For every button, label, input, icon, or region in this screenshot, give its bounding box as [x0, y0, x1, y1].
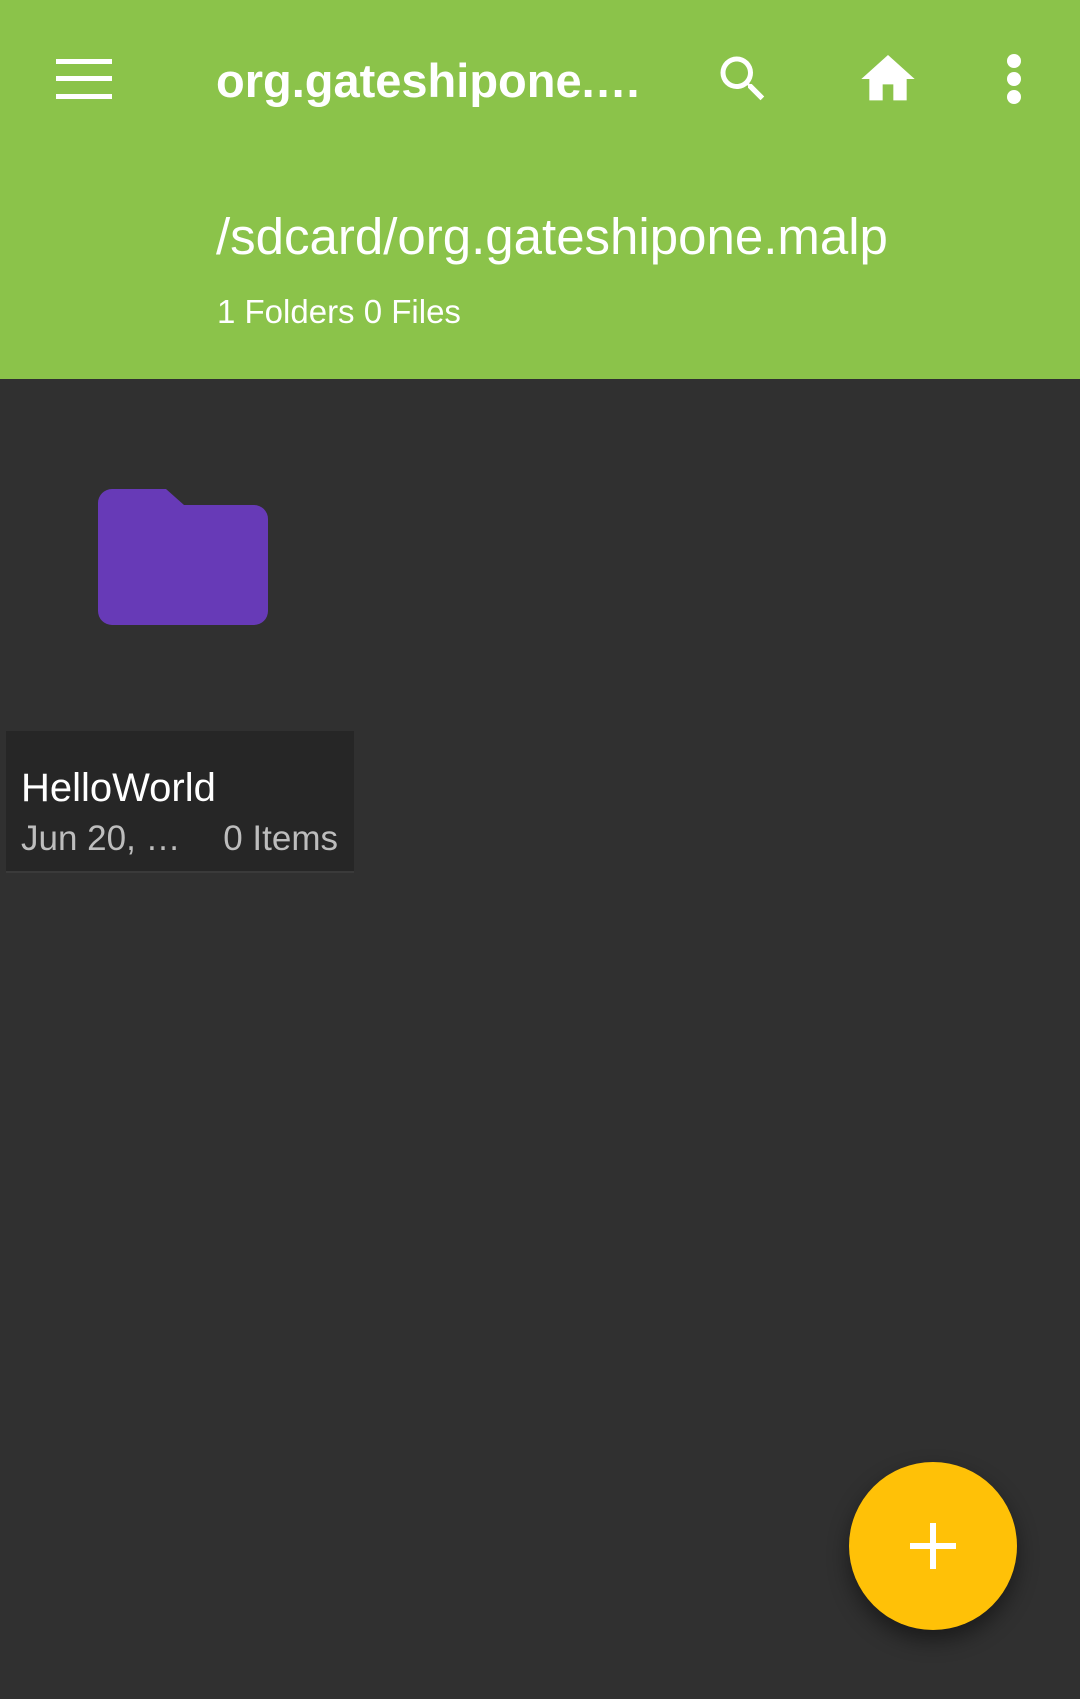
menu-button[interactable] [34, 29, 134, 129]
app-bar: org.gateshipone.malp /sdcard/org.gateshi… [0, 0, 1080, 379]
folder-name: HelloWorld [21, 766, 216, 810]
toolbar: org.gateshipone.malp [0, 0, 1080, 158]
folder-icon [98, 489, 268, 625]
folder-caption: HelloWorld Jun 20, 2… 0 Items [6, 731, 354, 873]
add-fab-button[interactable] [849, 1462, 1017, 1630]
more-options-button[interactable] [964, 29, 1064, 129]
current-path: /sdcard/org.gateshipone.malp [216, 208, 888, 265]
search-icon [720, 56, 765, 101]
plus-icon [910, 1523, 956, 1569]
home-icon [861, 55, 915, 101]
more-vert-icon [1007, 54, 1021, 104]
file-manager-screen: org.gateshipone.malp /sdcard/org.gateshi… [0, 0, 1080, 1699]
folder-file-count: 1 Folders 0 Files [217, 293, 461, 330]
folder-item-helloworld[interactable]: HelloWorld Jun 20, 2… 0 Items [6, 411, 354, 873]
menu-icon [56, 59, 112, 99]
toolbar-title: org.gateshipone.malp [216, 54, 672, 107]
folder-thumbnail [6, 411, 354, 731]
search-button[interactable] [693, 29, 793, 129]
folder-item-count: 0 Items [223, 819, 338, 858]
home-button[interactable] [838, 29, 938, 129]
folder-date: Jun 20, 2… [21, 819, 193, 858]
